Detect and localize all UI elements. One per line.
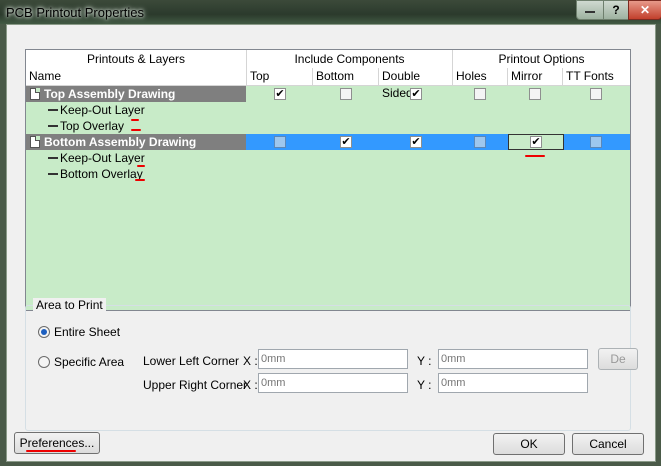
area-to-print-label: Area to Print	[33, 298, 106, 312]
header-printout-options: Printout Options	[498, 52, 585, 66]
col-double-sided[interactable]: Double Sided	[379, 68, 453, 100]
col-holes[interactable]: Holes	[453, 68, 508, 85]
cancel-button[interactable]: Cancel	[572, 433, 644, 455]
checkbox-holes[interactable]	[474, 88, 486, 100]
lower-left-corner-label: Lower Left Corner	[143, 354, 240, 368]
checkbox-mirror[interactable]	[529, 88, 541, 100]
layer-line-icon	[48, 157, 58, 159]
layer-row-bottom-overlay[interactable]: Bottom Overlay	[26, 166, 630, 182]
annotation-mark	[137, 165, 145, 167]
title-bar: PCB Printout Properties ? ✕	[0, 0, 661, 24]
document-icon	[30, 88, 40, 100]
dialog-client: Printouts & Layers Include Components Pr…	[6, 24, 656, 462]
close-button[interactable]: ✕	[628, 0, 661, 20]
header-include-components: Include Components	[247, 50, 453, 68]
checkbox-double-sided[interactable]: ✔	[410, 136, 422, 148]
lower-left-x-label: X :	[243, 354, 258, 368]
document-icon	[30, 136, 40, 148]
entire-sheet-label[interactable]: Entire Sheet	[54, 325, 120, 339]
upper-right-y-input[interactable]	[438, 373, 588, 393]
layer-label: Keep-Out Layer	[60, 151, 145, 165]
upper-right-y-label: Y :	[417, 378, 432, 392]
layer-row-keep-out[interactable]: Keep-Out Layer	[26, 102, 630, 118]
lower-left-x-input[interactable]	[258, 349, 408, 369]
checkbox-top[interactable]: ✔	[274, 88, 286, 100]
group-header-row: Printouts & Layers Include Components Pr…	[26, 50, 630, 69]
checkbox-holes[interactable]	[474, 136, 486, 148]
layer-row-keep-out[interactable]: Keep-Out Layer	[26, 150, 630, 166]
upper-right-corner-label: Upper Right Corner	[143, 378, 248, 392]
checkbox-tt-fonts[interactable]	[590, 136, 602, 148]
col-mirror[interactable]: Mirror	[508, 68, 563, 85]
col-top[interactable]: Top	[247, 68, 313, 85]
define-button[interactable]: De	[598, 348, 638, 370]
printout-row-top-assembly[interactable]: Top Assembly Drawing ✔ ✔	[26, 86, 630, 102]
layer-label: Keep-Out Layer	[60, 103, 145, 117]
layer-line-icon	[48, 125, 58, 127]
checkbox-bottom[interactable]	[340, 88, 352, 100]
checkbox-mirror[interactable]: ✔	[530, 136, 542, 148]
printout-label: Top Assembly Drawing	[44, 87, 176, 101]
layer-row-top-overlay[interactable]: Top Overlay	[26, 118, 630, 134]
upper-right-x-label: X :	[243, 378, 258, 392]
help-button[interactable]: ?	[603, 0, 629, 20]
col-name[interactable]: Name	[26, 68, 247, 85]
upper-right-x-input[interactable]	[258, 373, 408, 393]
annotation-mark	[525, 155, 545, 157]
minimize-button[interactable]	[576, 0, 604, 20]
annotation-mark	[131, 129, 141, 131]
printout-label: Bottom Assembly Drawing	[44, 135, 197, 149]
layer-line-icon	[48, 109, 58, 111]
radio-specific-area[interactable]	[38, 356, 50, 368]
specific-area-label[interactable]: Specific Area	[54, 355, 124, 369]
checkbox-double-sided[interactable]: ✔	[410, 88, 422, 100]
layer-label: Bottom Overlay	[60, 167, 143, 181]
layer-line-icon	[48, 173, 58, 175]
radio-entire-sheet[interactable]	[38, 326, 50, 338]
header-printouts-layers: Printouts & Layers	[26, 50, 247, 68]
printout-grid[interactable]: Printouts & Layers Include Components Pr…	[25, 49, 631, 311]
lower-left-y-input[interactable]	[438, 349, 588, 369]
annotation-mark	[135, 179, 145, 181]
checkbox-bottom[interactable]: ✔	[340, 136, 352, 148]
column-header-row: Name Top Bottom Double Sided Holes Mirro…	[26, 68, 630, 100]
layer-label: Top Overlay	[60, 119, 125, 133]
checkbox-tt-fonts[interactable]	[590, 88, 602, 100]
ok-button[interactable]: OK	[493, 433, 565, 455]
checkbox-top[interactable]	[274, 136, 286, 148]
col-tt-fonts[interactable]: TT Fonts	[563, 68, 630, 85]
annotation-mark	[26, 450, 76, 452]
col-bottom[interactable]: Bottom	[313, 68, 379, 85]
window-title: PCB Printout Properties	[6, 5, 145, 20]
annotation-mark	[131, 119, 139, 121]
lower-left-y-label: Y :	[417, 354, 432, 368]
printout-row-bottom-assembly[interactable]: Bottom Assembly Drawing ✔ ✔ ✔	[26, 134, 630, 150]
